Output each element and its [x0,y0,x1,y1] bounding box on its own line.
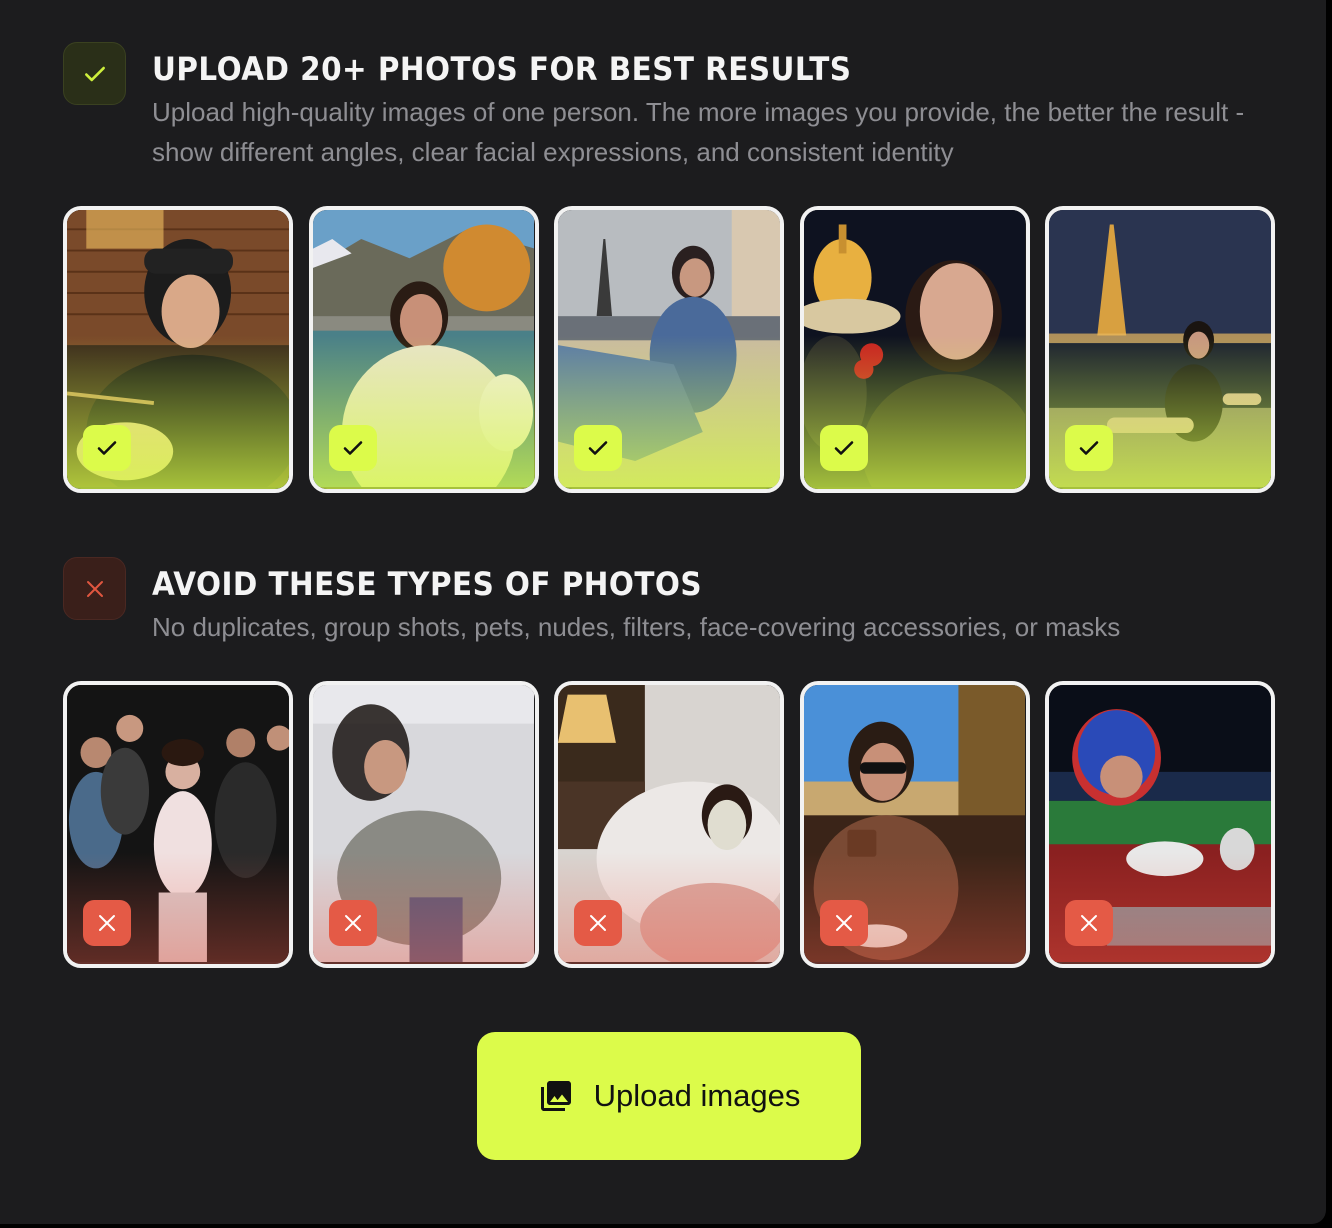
good-example-photo [554,206,784,493]
good-section-title: UPLOAD 20+ PHOTOS FOR BEST RESULTS [152,50,852,88]
rejected-badge [574,900,622,946]
rejected-badge [1065,900,1113,946]
check-icon [343,441,362,455]
bad-photos-row [63,681,1275,968]
x-icon [344,915,361,931]
bad-status-box [63,557,126,620]
good-photos-header: UPLOAD 20+ PHOTOS FOR BEST RESULTS Uploa… [63,42,1262,172]
upload-images-button[interactable]: Upload images [477,1032,861,1160]
upload-button-label: Upload images [593,1078,801,1113]
approved-badge [819,425,868,471]
photo-library-icon [540,1081,571,1111]
check-icon [97,441,117,455]
check-icon [834,441,853,455]
x-icon [99,915,115,931]
approved-badge [328,425,377,471]
rejected-badge [328,900,377,946]
bad-example-photo [1045,681,1275,968]
bad-section-description: No duplicates, group shots, pets, nudes,… [152,612,1121,642]
check-icon [1079,441,1099,455]
check-icon [588,441,608,455]
bad-section-title: AVOID THESE TYPES OF PHOTOS [152,565,703,603]
x-icon [1081,915,1097,931]
onboarding-panel: UPLOAD 20+ PHOTOS FOR BEST RESULTS Uploa… [0,0,1326,1224]
bad-example-photo [554,681,784,968]
good-status-box [63,42,126,105]
good-section-description: Upload high-quality images of one person… [152,97,1245,167]
good-example-photo [308,206,539,493]
good-example-photo [1045,206,1275,493]
bad-example-photo [63,681,293,968]
check-icon [84,66,105,81]
rejected-badge [83,900,131,946]
approved-badge [1065,425,1113,471]
x-icon [835,915,852,931]
bad-photos-header: AVOID THESE TYPES OF PHOTOS No duplicate… [63,557,1262,647]
approved-badge [83,425,131,471]
bad-example-photo [308,681,539,968]
good-example-photo [799,206,1030,493]
rejected-badge [819,900,868,946]
x-icon [590,915,606,931]
x-icon [86,580,103,597]
good-example-photo [63,206,293,493]
approved-badge [574,425,622,471]
good-photos-row [63,206,1275,493]
bad-example-photo [799,681,1030,968]
